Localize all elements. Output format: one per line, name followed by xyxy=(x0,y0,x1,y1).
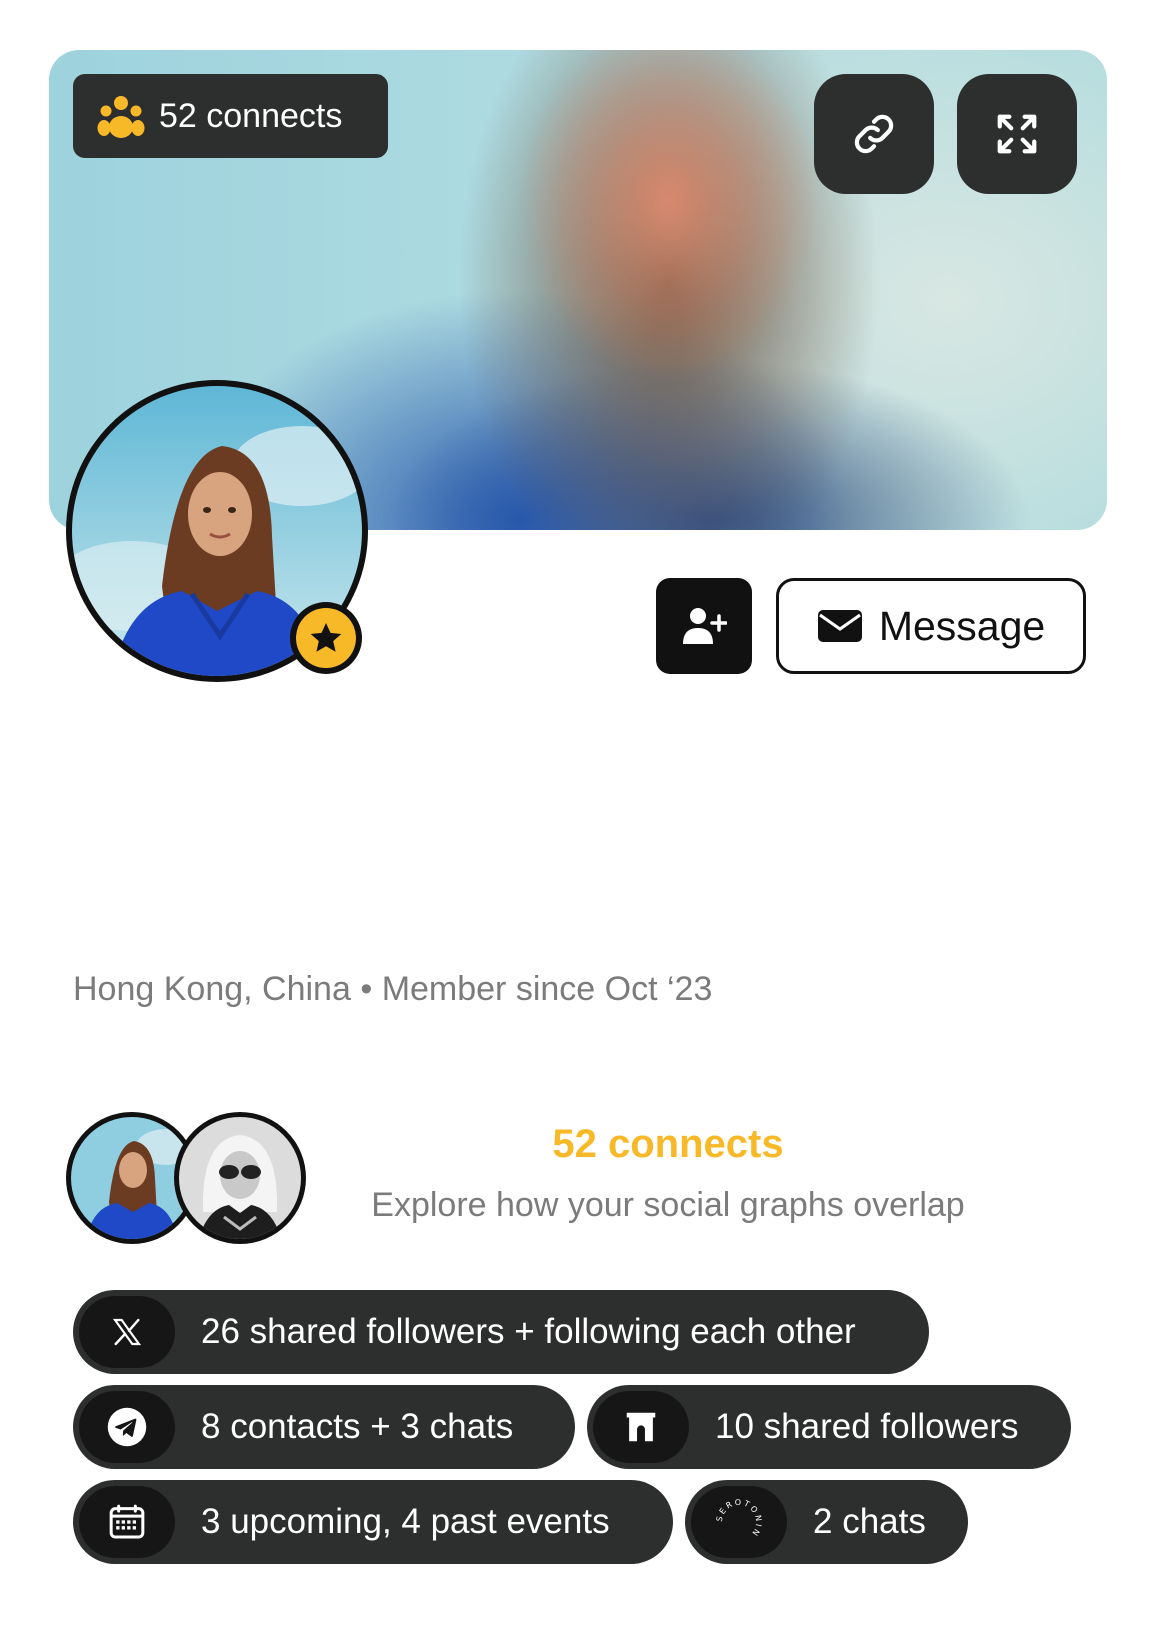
expand-button[interactable] xyxy=(957,74,1077,194)
farcaster-icon xyxy=(626,1412,656,1442)
star-icon xyxy=(310,623,342,652)
verified-badge xyxy=(290,602,362,674)
connects-badge-label: 52 connects xyxy=(159,96,343,135)
envelope-icon xyxy=(817,610,862,642)
calendar-icon xyxy=(109,1504,145,1539)
svg-text:SEROTONIN: SEROTONIN xyxy=(715,1498,764,1539)
chip-label: 2 chats xyxy=(813,1502,926,1541)
telegram-icon xyxy=(107,1407,147,1447)
serotonin-logo-icon: SEROTONIN xyxy=(715,1498,764,1539)
chip-events[interactable]: 3 upcoming, 4 past events xyxy=(73,1480,673,1564)
copy-link-button[interactable] xyxy=(814,74,934,194)
connects-badge[interactable]: 52 connects xyxy=(73,74,388,158)
chip-x-followers[interactable]: 26 shared followers + following each oth… xyxy=(73,1290,929,1374)
chip-label: 3 upcoming, 4 past events xyxy=(201,1502,610,1541)
expand-icon xyxy=(997,114,1037,154)
avatar-current-user xyxy=(174,1112,306,1244)
add-contact-button[interactable] xyxy=(656,578,752,674)
connects-count-title[interactable]: 52 connects xyxy=(338,1122,998,1167)
chip-farcaster[interactable]: 10 shared followers xyxy=(587,1385,1071,1469)
chip-label: 26 shared followers + following each oth… xyxy=(201,1312,856,1351)
location-line: Hong Kong, China • Member since Oct ‘23 xyxy=(73,970,712,1009)
message-button[interactable]: Message xyxy=(776,578,1086,674)
chip-label: 8 contacts + 3 chats xyxy=(201,1407,514,1446)
people-group-icon xyxy=(97,96,145,138)
chip-serotonin[interactable]: SEROTONIN 2 chats xyxy=(685,1480,968,1564)
user-plus-icon xyxy=(683,608,727,644)
separator-dot: • xyxy=(360,970,373,1008)
location-text: Hong Kong, China xyxy=(73,970,351,1008)
chip-label: 10 shared followers xyxy=(715,1407,1019,1446)
connects-subtitle: Explore how your social graphs overlap xyxy=(371,1186,965,1224)
member-since-text: Member since Oct ‘23 xyxy=(381,970,713,1008)
x-logo-icon xyxy=(112,1318,142,1346)
link-icon xyxy=(854,114,894,154)
chip-telegram[interactable]: 8 contacts + 3 chats xyxy=(73,1385,575,1469)
message-button-label: Message xyxy=(878,602,1046,649)
